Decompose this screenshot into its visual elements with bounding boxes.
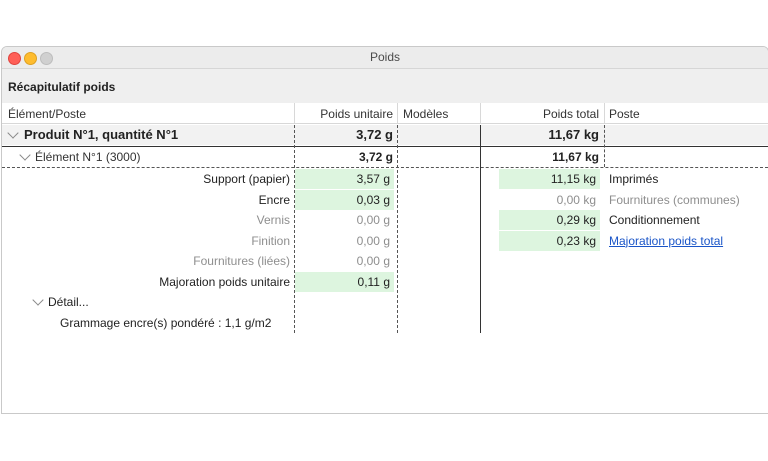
ink-grammage-text: Grammage encre(s) pondéré : 1,1 g/m2: [60, 316, 272, 330]
total-weight-row[interactable]: 0,29 kg Conditionnement: [2, 210, 768, 231]
element-row[interactable]: Élément N°1 (3000) 3,72 g 11,67 kg: [2, 147, 768, 167]
total-weight-row[interactable]: 0,23 kg Majoration poids total: [2, 230, 768, 251]
column-element[interactable]: Élément/Poste: [8, 107, 86, 121]
post-label: Conditionnement: [609, 213, 700, 228]
detail-row[interactable]: Détail...: [2, 292, 768, 312]
element-unit-weight: 3,72 g: [358, 150, 393, 164]
product-unit-weight: 3,72 g: [356, 127, 393, 142]
unit-weight-row[interactable]: Majoration poids unitaire 0,11 g: [2, 272, 768, 292]
column-post[interactable]: Poste: [609, 107, 640, 121]
title-bar: Poids: [2, 47, 768, 69]
chevron-down-icon[interactable]: [7, 127, 19, 139]
post-label: Fournitures (communes): [609, 192, 740, 207]
weight-item-label: Fournitures (liées): [193, 254, 290, 269]
summary-header: Récapitulatif poids: [2, 69, 768, 104]
column-unit-weight[interactable]: Poids unitaire: [295, 107, 393, 121]
chevron-down-icon[interactable]: [32, 294, 44, 306]
total-weight-surcharge-link[interactable]: Majoration poids total: [609, 231, 723, 251]
post-label: Imprimés: [609, 172, 659, 186]
summary-title: Récapitulatif poids: [8, 80, 116, 94]
total-item-value: 0,29 kg: [499, 210, 600, 231]
weight-item-value: 0,11 g: [295, 272, 394, 292]
product-label: Produit N°1, quantité N°1: [24, 127, 179, 142]
product-total-weight: 11,67 kg: [548, 127, 599, 142]
weight-item-value: 0,00 g: [356, 254, 390, 269]
element-label: Élément N°1 (3000): [35, 150, 141, 164]
weight-window: Poids Récapitulatif poids Élément/Poste …: [1, 46, 768, 414]
column-models[interactable]: Modèles: [403, 107, 448, 121]
total-item-value: 11,15 kg: [499, 169, 600, 189]
column-total-weight[interactable]: Poids total: [481, 107, 599, 121]
ink-grammage-row: Grammage encre(s) pondéré : 1,1 g/m2: [2, 313, 768, 333]
column-header-row: Élément/Poste Poids unitaire Modèles Poi…: [2, 103, 768, 124]
element-total-weight: 11,67 kg: [552, 150, 599, 164]
detail-label: Détail...: [48, 295, 89, 309]
window-title: Poids: [369, 50, 401, 64]
chevron-down-icon[interactable]: [19, 149, 31, 161]
total-weight-row[interactable]: 0,00 kg Fournitures (communes): [2, 190, 768, 210]
total-weight-row[interactable]: 11,15 kg Imprimés: [2, 169, 768, 189]
product-row[interactable]: Produit N°1, quantité N°1 3,72 g 11,67 k…: [2, 125, 768, 145]
total-item-value: 0,23 kg: [499, 230, 600, 251]
unit-weight-row[interactable]: Fournitures (liées) 0,00 g: [2, 251, 768, 271]
weight-item-label: Majoration poids unitaire: [159, 275, 290, 289]
total-item-value: 0,00 kg: [556, 192, 596, 207]
